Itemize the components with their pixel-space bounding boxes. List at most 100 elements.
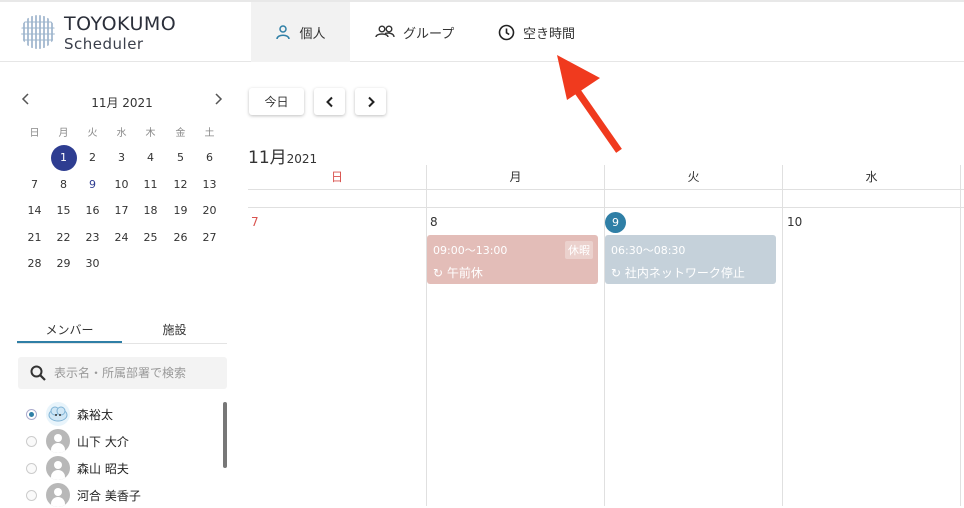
mini-calendar-day-label: 19	[173, 204, 188, 217]
mini-calendar-day-label: 6	[206, 151, 213, 164]
prev-week-button[interactable]	[314, 88, 345, 115]
column-divider	[426, 165, 427, 506]
mini-calendar-day[interactable]: 30	[78, 252, 107, 276]
mini-calendar-day[interactable]: 10	[107, 173, 136, 197]
avatar	[46, 429, 70, 453]
mini-calendar-day[interactable]: 29	[49, 252, 78, 276]
mini-calendar-day-label: 22	[56, 231, 71, 244]
person-icon	[54, 434, 62, 442]
chevron-right-icon	[367, 96, 375, 107]
mini-calendar-day-label: 26	[173, 231, 188, 244]
member-radio[interactable]	[26, 435, 37, 447]
member-list-scrollbar[interactable]	[223, 402, 227, 468]
member-row[interactable]: 森山 昭夫	[26, 455, 129, 481]
mini-calendar-next-button[interactable]	[213, 92, 223, 110]
member-radio[interactable]	[26, 462, 37, 474]
mini-calendar-day[interactable]: 14	[20, 199, 49, 223]
header-divider	[248, 189, 964, 190]
mini-calendar-day-label: 12	[173, 178, 188, 191]
column-divider	[782, 165, 783, 506]
mini-calendar-day[interactable]: 3	[107, 146, 136, 170]
tab-personal[interactable]: 個人	[251, 2, 350, 62]
chevron-right-icon	[215, 93, 223, 105]
event-card[interactable]: 06:30〜08:30 ↻ 社内ネットワーク停止	[605, 235, 776, 284]
mini-calendar-day[interactable]: 17	[107, 199, 136, 223]
mini-calendar-day[interactable]: 11	[136, 173, 165, 197]
mini-calendar-day[interactable]: 20	[195, 199, 224, 223]
tab-free-time-label: 空き時間	[523, 26, 576, 42]
mini-calendar-day[interactable]: 9	[78, 173, 107, 197]
day-number-mon[interactable]: 8	[430, 215, 438, 229]
mini-calendar-day-label: 1	[50, 145, 77, 171]
mini-calendar-day[interactable]: 6	[195, 146, 224, 170]
day-header-sun: 日	[330, 170, 343, 184]
tab-facilities[interactable]: 施設	[122, 321, 227, 338]
mini-calendar-day-label: 13	[202, 178, 217, 191]
day-header-wed: 水	[865, 170, 878, 184]
mini-calendar-prev-button[interactable]	[21, 92, 31, 110]
member-name: 河合 美香子	[77, 488, 141, 503]
day-number-wed[interactable]: 10	[787, 215, 802, 229]
mini-calendar-day-label: 2	[89, 151, 96, 164]
mini-calendar-day[interactable]: 13	[195, 173, 224, 197]
member-radio[interactable]	[26, 489, 37, 501]
brand-name: TOYOKUMO	[64, 13, 177, 35]
mini-calendar-day[interactable]: 26	[166, 226, 195, 250]
member-radio[interactable]	[26, 408, 37, 420]
event-title-row: ↻ 午前休	[433, 264, 592, 281]
member-row[interactable]: 森裕太	[26, 401, 113, 427]
mini-calendar-day-label: 30	[85, 257, 100, 270]
mini-calendar-day[interactable]: 18	[136, 199, 165, 223]
mini-calendar-day[interactable]: 21	[20, 226, 49, 250]
chevron-left-icon	[21, 93, 29, 105]
logo-icon	[21, 15, 55, 49]
mini-calendar-day[interactable]: 4	[136, 146, 165, 170]
mini-calendar-day[interactable]: 15	[49, 199, 78, 223]
member-row[interactable]: 河合 美香子	[26, 482, 141, 508]
tab-members[interactable]: メンバー	[17, 321, 122, 338]
weekday-label: 月	[58, 128, 69, 139]
day-header-mon: 月	[509, 170, 522, 184]
mini-calendar-day[interactable]: 5	[166, 146, 195, 170]
today-button[interactable]: 今日	[249, 88, 304, 115]
mini-calendar-day[interactable]: 7	[20, 173, 49, 197]
chevron-left-icon	[325, 96, 333, 107]
person-icon	[54, 461, 62, 469]
mini-calendar-day-label: 16	[85, 204, 100, 217]
mini-calendar-day[interactable]: 28	[20, 252, 49, 276]
mini-calendar-day[interactable]: 23	[78, 226, 107, 250]
mini-calendar-day-label: 15	[56, 204, 71, 217]
mini-calendar-day[interactable]: 8	[49, 173, 78, 197]
brand-product: Scheduler	[64, 35, 144, 53]
search-icon	[30, 365, 46, 381]
weekday-label: 土	[204, 128, 215, 139]
mini-calendar-day[interactable]: 25	[136, 226, 165, 250]
member-search	[18, 357, 227, 389]
search-input[interactable]	[54, 366, 214, 380]
mini-calendar-day[interactable]: 16	[78, 199, 107, 223]
mini-calendar-day[interactable]: 1	[49, 145, 78, 171]
mini-calendar-day[interactable]: 12	[166, 173, 195, 197]
repeat-icon: ↻	[433, 266, 444, 280]
event-title-row: ↻ 社内ネットワーク停止	[611, 264, 770, 281]
mini-calendar-day-label: 4	[147, 151, 154, 164]
day-number-sun[interactable]: 7	[251, 215, 259, 229]
event-card[interactable]: 09:00〜13:00 休暇 ↻ 午前休	[427, 235, 598, 284]
day-number-today[interactable]: 9	[605, 212, 626, 233]
event-tag: 休暇	[565, 241, 593, 259]
weekday-label: 火	[87, 128, 98, 139]
mini-calendar-day[interactable]: 2	[78, 146, 107, 170]
member-row[interactable]: 山下 大介	[26, 428, 129, 454]
next-week-button[interactable]	[355, 88, 386, 115]
tab-group[interactable]: グループ	[375, 2, 454, 62]
mini-calendar-month: 11月 2021	[91, 96, 153, 110]
active-tab-indicator	[17, 341, 122, 343]
mini-calendar-day[interactable]: 19	[166, 199, 195, 223]
event-time: 06:30〜08:30	[611, 244, 686, 257]
person-icon	[51, 470, 65, 480]
mini-calendar-day[interactable]: 27	[195, 226, 224, 250]
mini-calendar-day-label: 20	[202, 204, 217, 217]
mini-calendar-day[interactable]: 24	[107, 226, 136, 250]
repeat-icon: ↻	[611, 266, 622, 280]
mini-calendar-day[interactable]: 22	[49, 226, 78, 250]
